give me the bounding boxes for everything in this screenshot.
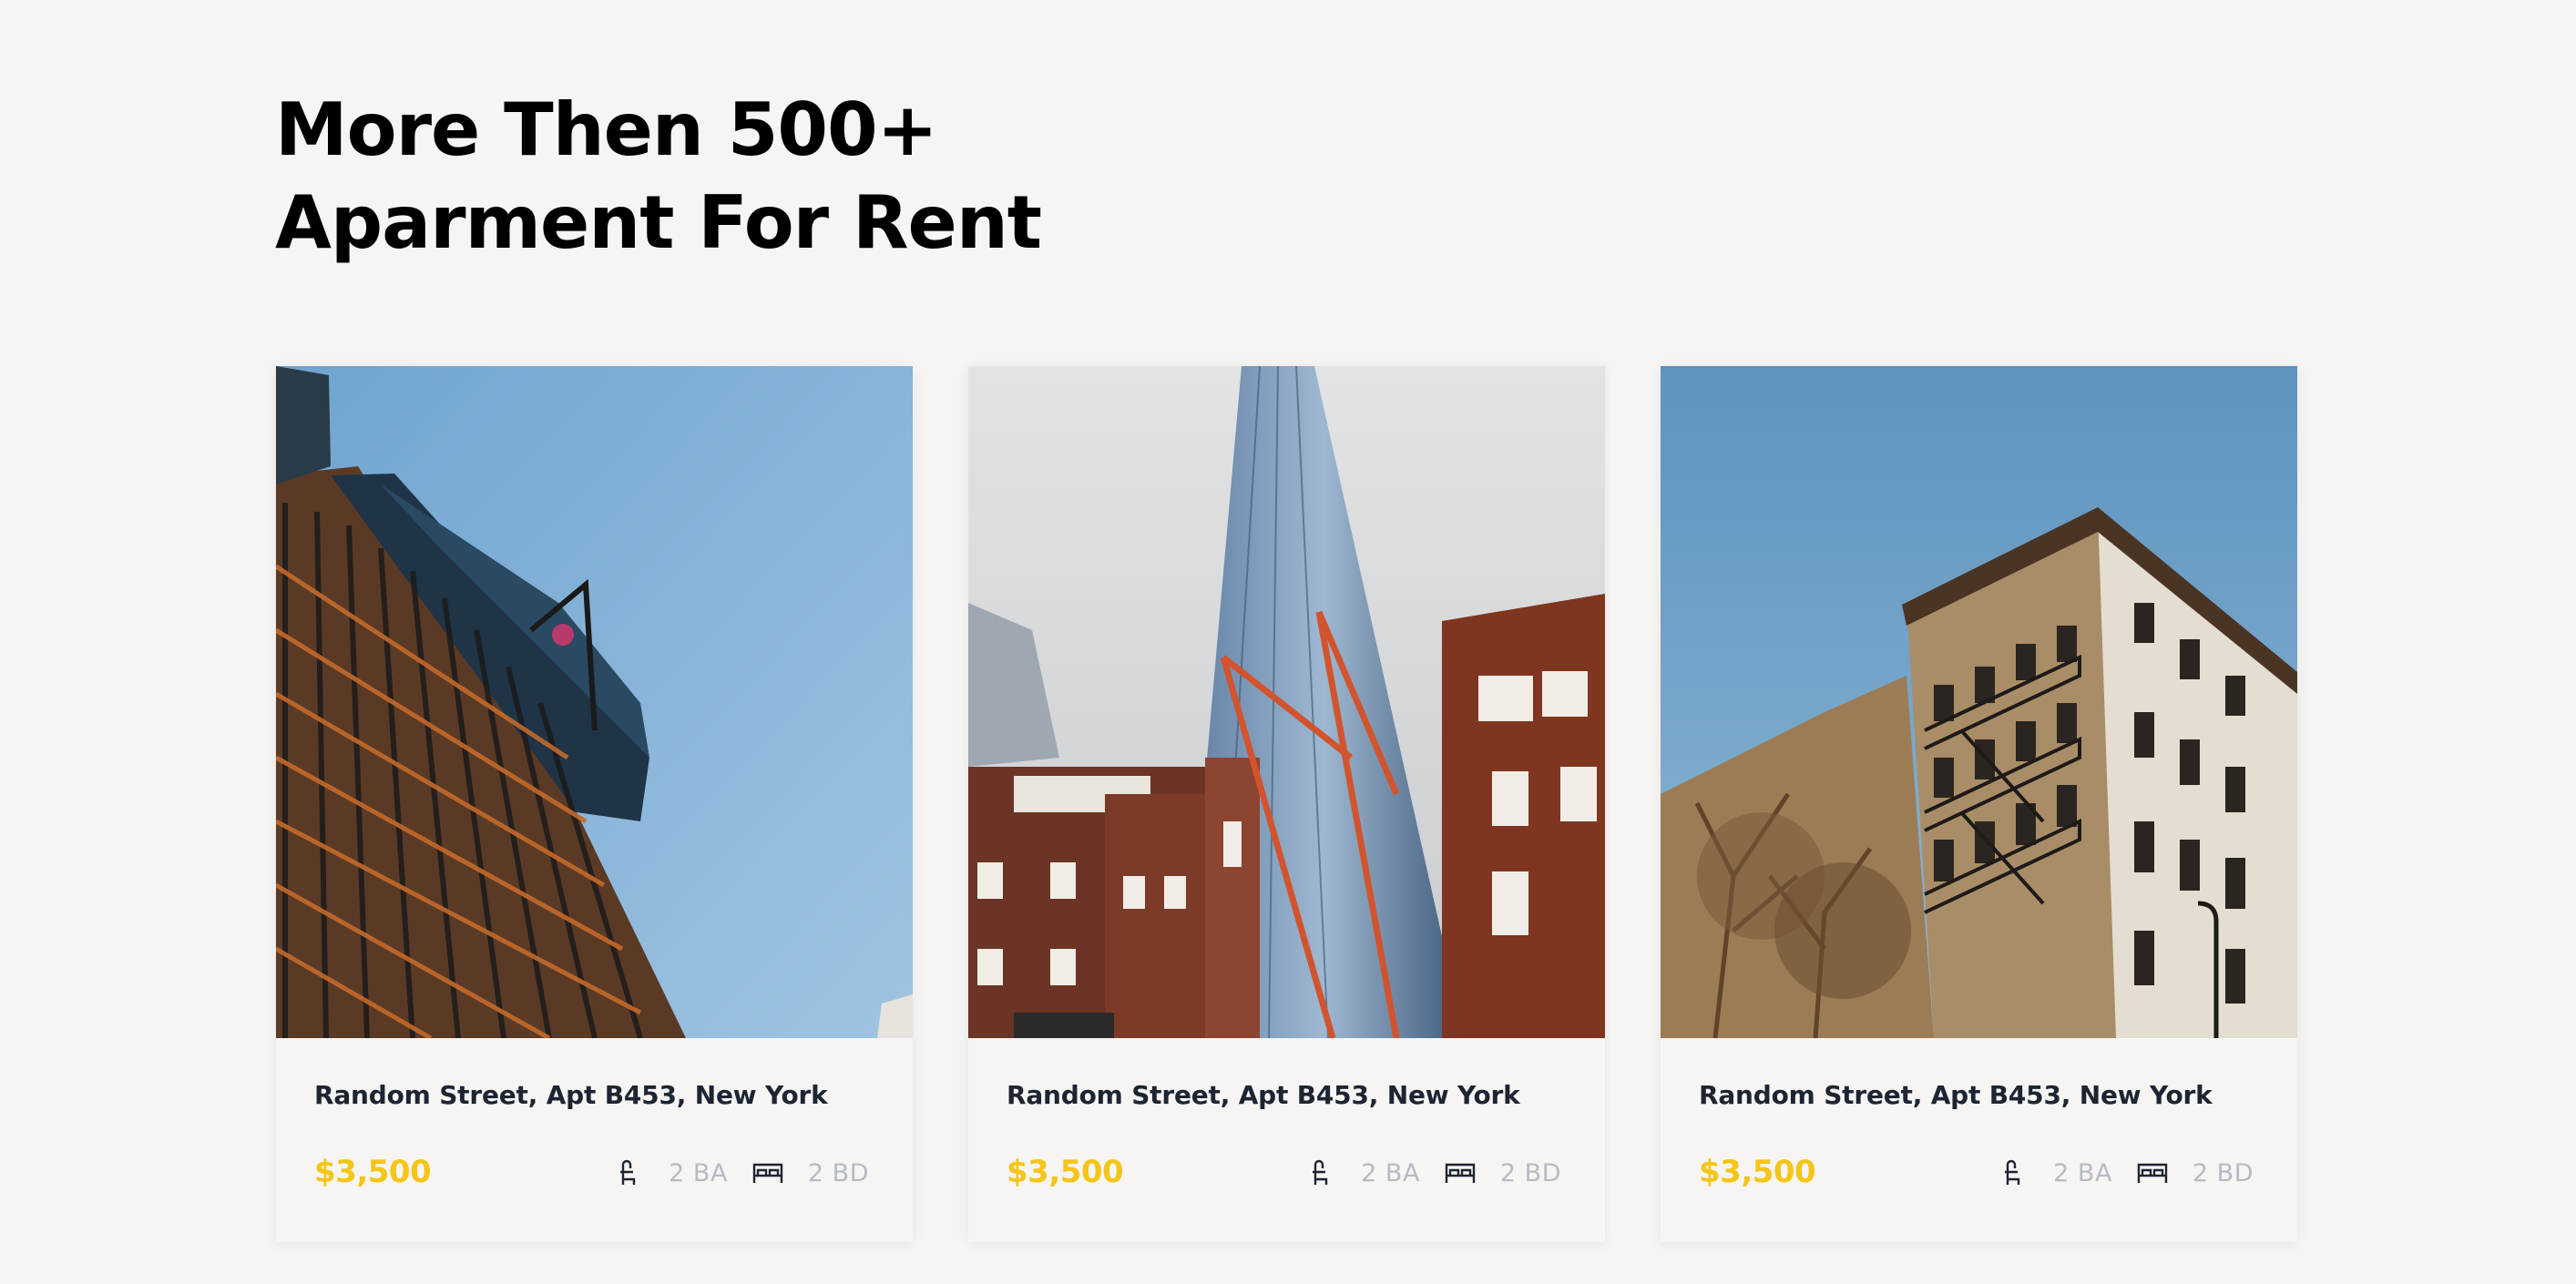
listing-info: Random Street, Apt B453, New York $3,500… [968,1038,1605,1242]
section-title: More Then 500+ Aparment For Rent [275,84,1042,270]
listing-info: Random Street, Apt B453, New York $3,500… [276,1038,913,1242]
listing-amenities: 2 BA 2 BD [612,1158,869,1187]
listing-price: $3,500 [314,1154,432,1190]
listing-price: $3,500 [1699,1154,1816,1190]
listing-amenities: 2 BA 2 BD [1997,1158,2254,1187]
listing-address[interactable]: Random Street, Apt B453, New York [314,1080,828,1110]
baths-count: 2 BA [2053,1158,2112,1187]
beds-count: 2 BD [1499,1158,1561,1187]
section-title-line-2: Aparment For Rent [275,180,1042,265]
section-title-line-1: More Then 500+ [275,87,938,172]
bed-icon [1444,1158,1477,1187]
listing-photo[interactable] [968,366,1605,1038]
listing-photo[interactable] [1661,366,2297,1038]
listing-amenities: 2 BA 2 BD [1304,1158,1561,1187]
listing-card[interactable]: Random Street, Apt B453, New York $3,500… [968,366,1605,1242]
bathtub-icon [1997,1158,2029,1187]
beds-count: 2 BD [2192,1158,2254,1187]
bed-icon [2136,1158,2169,1187]
listing-info: Random Street, Apt B453, New York $3,500… [1661,1038,2297,1242]
apartments-section: More Then 500+ Aparment For Rent Random … [0,0,2576,1284]
listing-photo[interactable] [276,366,913,1038]
baths-count: 2 BA [669,1158,728,1187]
listing-card[interactable]: Random Street, Apt B453, New York $3,500… [276,366,913,1242]
beds-count: 2 BD [807,1158,869,1187]
listing-address[interactable]: Random Street, Apt B453, New York [1007,1080,1520,1110]
listing-card[interactable]: Random Street, Apt B453, New York $3,500… [1661,366,2297,1242]
bathtub-icon [1304,1158,1337,1187]
listing-price: $3,500 [1007,1154,1124,1190]
bathtub-icon [612,1158,645,1187]
listing-address[interactable]: Random Street, Apt B453, New York [1699,1080,2213,1110]
baths-count: 2 BA [1361,1158,1420,1187]
bed-icon [751,1158,784,1187]
